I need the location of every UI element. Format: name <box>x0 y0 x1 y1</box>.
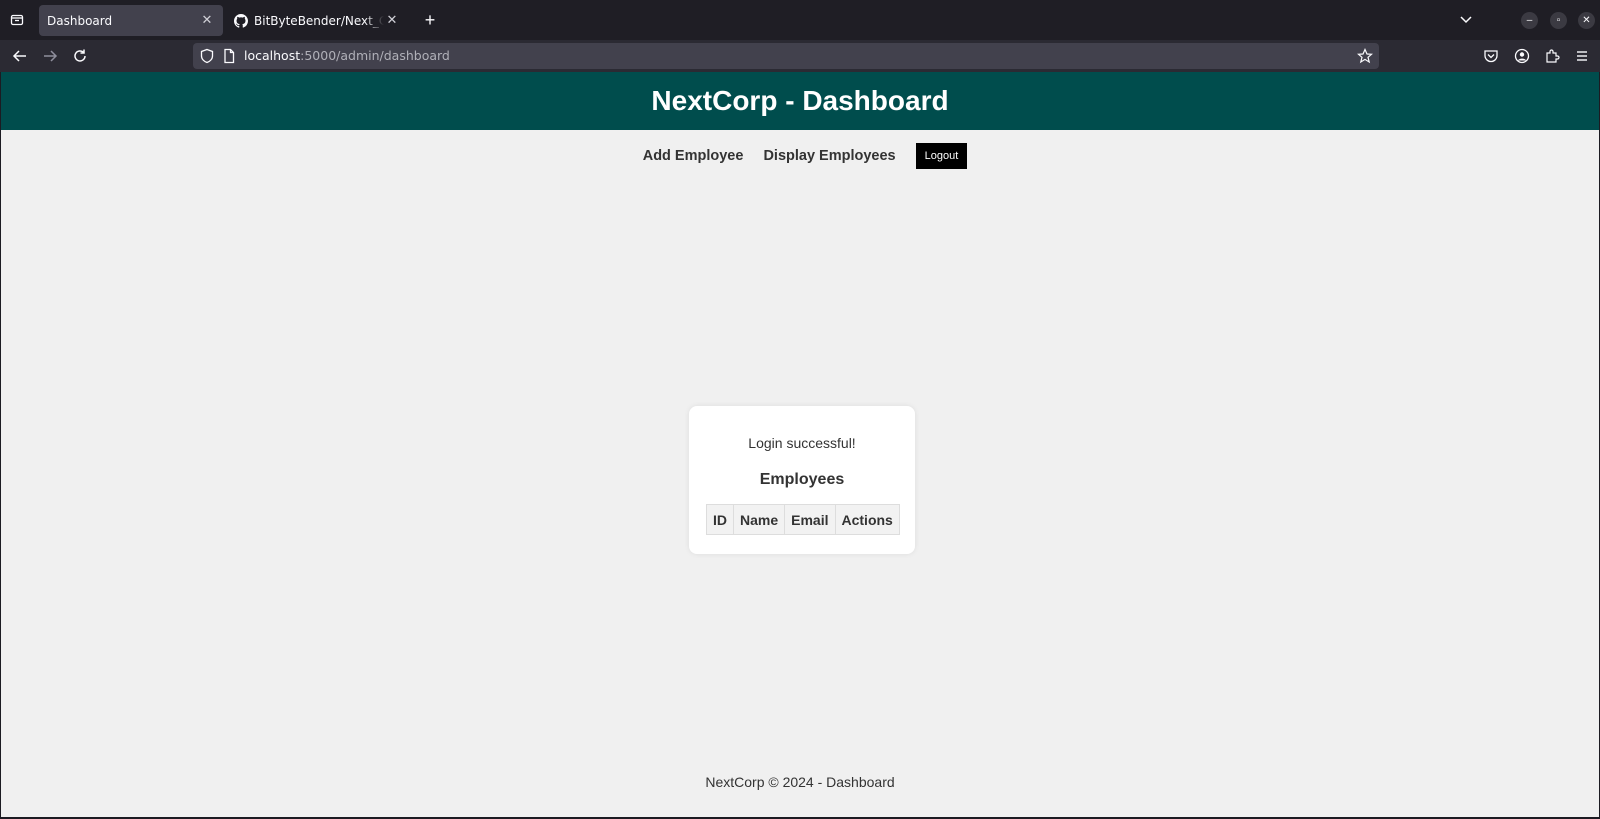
page-viewport: NextCorp - Dashboard Add Employee Displa… <box>0 72 1600 818</box>
close-tab-icon[interactable]: ✕ <box>199 13 215 28</box>
column-header-id: ID <box>706 504 734 535</box>
column-header-email: Email <box>784 504 836 535</box>
column-header-actions: Actions <box>834 504 900 535</box>
employees-heading: Employees <box>759 471 845 488</box>
url-host: localhost <box>244 48 301 63</box>
add-employee-link[interactable]: Add Employee <box>643 148 744 164</box>
table-header-row: ID Name Email Actions <box>706 504 900 535</box>
new-tab-icon[interactable]: + <box>418 8 442 32</box>
close-tab-icon[interactable]: ✕ <box>384 13 400 28</box>
pocket-icon[interactable] <box>1481 46 1501 66</box>
url-text[interactable]: localhost:5000/admin/dashboard <box>244 48 450 63</box>
restore-icon[interactable]: ▫ <box>1550 12 1567 29</box>
shield-icon[interactable] <box>199 48 215 64</box>
forward-icon[interactable] <box>40 46 60 66</box>
firefox-view-icon[interactable] <box>0 0 34 40</box>
tab-title: Dashboard <box>47 13 113 28</box>
tab-title: BitByteBender/Next_Corp <box>254 13 384 28</box>
dashboard-card: Login successful! Employees ID Name Emai… <box>689 406 915 554</box>
account-icon[interactable] <box>1512 46 1532 66</box>
dashboard-nav: Add Employee Display Employees Logout <box>1 143 1599 169</box>
minimize-icon[interactable]: – <box>1521 12 1538 29</box>
tab-bar: Dashboard ✕ BitByteBender/Next_Corp ✕ + … <box>0 0 1600 40</box>
page-icon[interactable] <box>221 48 237 64</box>
page-title: NextCorp - Dashboard <box>651 85 949 116</box>
close-window-icon[interactable]: ✕ <box>1578 12 1595 29</box>
url-path: :5000/admin/dashboard <box>300 48 450 63</box>
bookmark-star-icon[interactable] <box>1357 48 1373 64</box>
list-all-tabs-icon[interactable] <box>1456 10 1476 30</box>
reload-icon[interactable] <box>70 46 90 66</box>
employees-table: ID Name Email Actions <box>706 504 900 535</box>
logout-button[interactable]: Logout <box>915 143 968 169</box>
tab-dashboard[interactable]: Dashboard ✕ <box>39 5 223 36</box>
display-employees-link[interactable]: Display Employees <box>763 148 895 164</box>
menu-icon[interactable] <box>1572 46 1592 66</box>
page-header: NextCorp - Dashboard <box>1 72 1599 130</box>
flash-message: Login successful! <box>748 435 856 451</box>
address-bar[interactable]: localhost:5000/admin/dashboard <box>193 43 1379 69</box>
column-header-name: Name <box>732 504 786 535</box>
page-footer: NextCorp © 2024 - Dashboard <box>705 774 895 790</box>
back-icon[interactable] <box>10 46 30 66</box>
github-icon <box>234 13 248 28</box>
tab-github[interactable]: BitByteBender/Next_Corp ✕ <box>226 5 408 36</box>
extensions-icon[interactable] <box>1542 46 1562 66</box>
